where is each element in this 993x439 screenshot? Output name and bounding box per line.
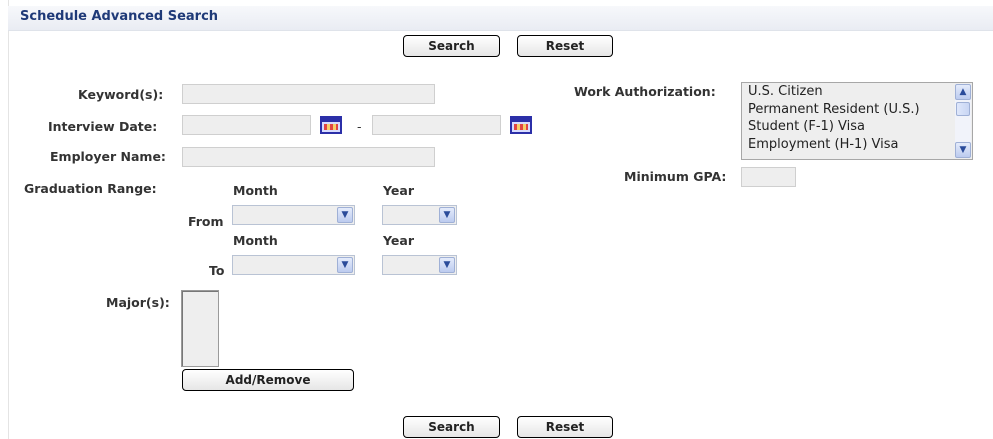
from-month-heading: Month — [233, 183, 278, 198]
to-month-heading: Month — [233, 233, 278, 248]
calendar-icon[interactable] — [320, 116, 342, 134]
minimum-gpa-label: Minimum GPA: — [624, 169, 727, 184]
date-range-separator: - — [357, 119, 362, 134]
list-item[interactable]: Student (F-1) Visa — [742, 118, 972, 136]
work-authorization-listbox[interactable]: U.S. Citizen Permanent Resident (U.S.) S… — [741, 82, 973, 160]
keywords-input[interactable] — [182, 84, 435, 104]
from-month-select[interactable]: ▼ — [232, 205, 355, 225]
chevron-up-icon[interactable]: ▲ — [955, 84, 971, 100]
from-year-select[interactable]: ▼ — [382, 205, 457, 225]
interview-date-label: Interview Date: — [48, 119, 158, 134]
interview-date-start-input[interactable] — [182, 115, 311, 135]
to-year-select[interactable]: ▼ — [382, 255, 457, 275]
list-item[interactable]: U.S. Citizen — [742, 83, 972, 101]
reset-button-bottom[interactable]: Reset — [517, 416, 613, 438]
from-label: From — [188, 214, 224, 229]
search-button-top[interactable]: Search — [403, 35, 500, 57]
minimum-gpa-input[interactable] — [741, 167, 796, 187]
list-item[interactable]: Permanent Resident (U.S.) — [742, 101, 972, 119]
chevron-down-icon[interactable]: ▼ — [955, 142, 971, 158]
to-label: To — [209, 263, 225, 278]
chevron-down-icon: ▼ — [439, 257, 455, 273]
search-button-bottom[interactable]: Search — [403, 416, 500, 438]
graduation-range-label: Graduation Range: — [24, 181, 157, 196]
interview-date-end-input[interactable] — [372, 115, 501, 135]
to-month-select[interactable]: ▼ — [232, 255, 355, 275]
list-item[interactable]: Employment (H-1) Visa — [742, 136, 972, 154]
majors-list[interactable] — [181, 290, 219, 367]
keywords-label: Keyword(s): — [78, 87, 164, 102]
majors-label: Major(s): — [106, 295, 170, 310]
panel-header: Schedule Advanced Search — [8, 6, 993, 31]
chevron-down-icon: ▼ — [439, 207, 455, 223]
calendar-icon[interactable] — [510, 116, 532, 134]
chevron-down-icon: ▼ — [337, 207, 353, 223]
scrollbar-thumb[interactable] — [956, 102, 970, 116]
chevron-down-icon: ▼ — [337, 257, 353, 273]
employer-name-input[interactable] — [182, 147, 435, 167]
page-title: Schedule Advanced Search — [20, 9, 219, 24]
add-remove-button[interactable]: Add/Remove — [182, 369, 354, 391]
listbox-scrollbar[interactable]: ▲ ▼ — [955, 84, 971, 158]
from-year-heading: Year — [383, 183, 414, 198]
search-panel — [8, 0, 993, 439]
reset-button-top[interactable]: Reset — [517, 35, 613, 57]
work-authorization-label: Work Authorization: — [574, 84, 716, 99]
employer-name-label: Employer Name: — [50, 149, 166, 164]
to-year-heading: Year — [383, 233, 414, 248]
